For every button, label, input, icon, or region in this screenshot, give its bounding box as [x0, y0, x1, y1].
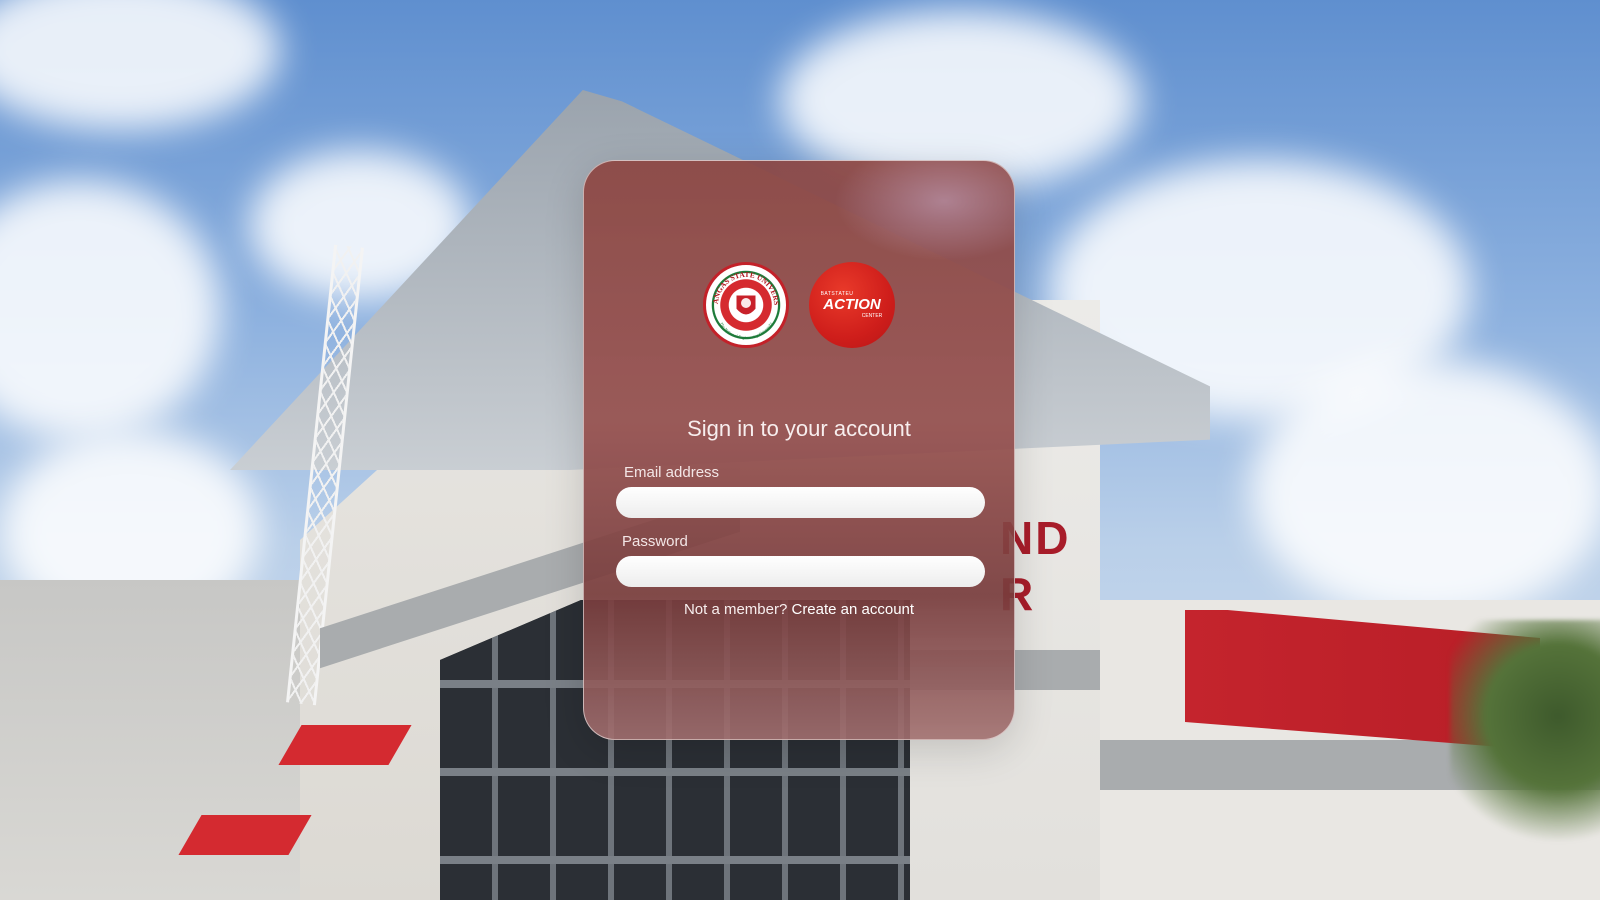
action-logo-big: ACTION [823, 296, 881, 313]
cloud [1250, 360, 1600, 620]
logo-row: BATANGAS STATE UNIVERSITY The National E… [584, 262, 1014, 348]
signup-prompt-text: Not a member? [683, 601, 788, 618]
email-field[interactable] [616, 487, 985, 518]
red-awning [178, 815, 312, 855]
bsu-seal-graphic: BATANGAS STATE UNIVERSITY The National E… [706, 265, 781, 340]
red-awning [278, 725, 412, 765]
bsu-seal-logo: BATANGAS STATE UNIVERSITY The National E… [703, 262, 789, 348]
email-label: Email address [624, 464, 720, 481]
action-center-logo: BATSTATEU ACTION CENTER [809, 262, 895, 348]
action-logo-sub: CENTER [861, 313, 883, 319]
svg-text:The National Engineering Unive: The National Engineering University [719, 321, 773, 340]
signup-prompt: Not a member? Create an account [584, 601, 1014, 618]
cloud [0, 0, 280, 130]
login-card: BATANGAS STATE UNIVERSITY The National E… [583, 160, 1015, 740]
cloud [0, 180, 220, 440]
background-scene: ND R BATANGAS STATE UNIVERSITY The Natio… [0, 0, 1600, 900]
tree [1450, 620, 1600, 860]
create-account-link[interactable]: Create an account [791, 601, 914, 618]
password-label: Password [622, 533, 688, 550]
password-field[interactable] [616, 556, 985, 587]
page-title: Sign in to your account [687, 416, 911, 441]
